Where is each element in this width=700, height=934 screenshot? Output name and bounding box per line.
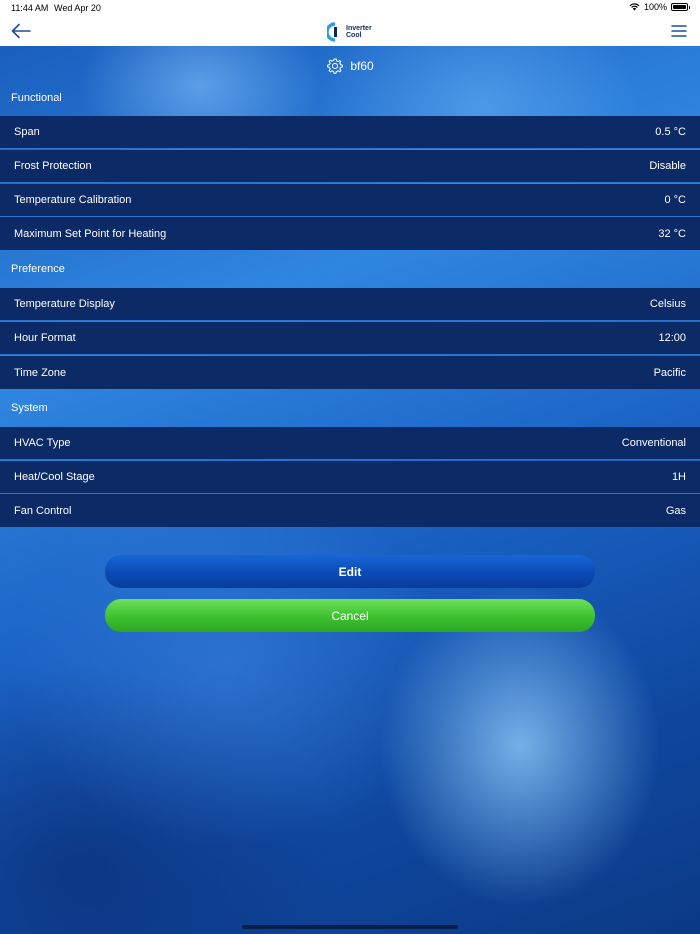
hamburger-menu-icon [671,25,687,37]
setting-value: 1H [671,471,686,483]
setting-value: 32 °C [658,227,686,240]
setting-row-time-zone[interactable]: Time Zone Pacific [0,356,700,389]
setting-label: Temperature Display [14,298,115,310]
status-indicators: 100% [629,2,690,12]
edit-button[interactable]: Edit [105,555,595,588]
cancel-button[interactable]: Cancel [105,599,595,632]
setting-row-temperature-display[interactable]: Temperature Display Celsius [0,288,700,321]
section-title: Preference [11,263,65,275]
setting-value: Pacific [653,366,686,379]
setting-label: Frost Protection [14,160,92,172]
section-header-preference: Preference [0,250,700,288]
setting-row-hvac-type[interactable]: HVAC Type Conventional [0,427,700,460]
menu-button[interactable] [670,23,688,39]
wifi-icon [629,3,640,11]
setting-value: Gas [665,504,686,517]
device-title: bf60 [0,56,700,76]
setting-row-temperature-calibration[interactable]: Temperature Calibration 0 °C [0,184,700,217]
logo-text-line1: Inverter [346,25,372,32]
setting-row-max-set-point-heating[interactable]: Maximum Set Point for Heating 32 °C [0,217,700,250]
arrow-left-icon [11,23,31,39]
device-name: bf60 [350,59,374,73]
status-date: Wed Apr 20 [54,3,101,13]
gear-icon [327,58,344,74]
status-time: 11:44 AM [11,3,49,13]
status-bar: 11:44 AM Wed Apr 20 100% [0,0,700,16]
home-indicator [242,925,458,929]
section-title: Functional [11,92,62,104]
setting-row-hour-format[interactable]: Hour Format 12:00 [0,322,700,355]
app-logo: Inverter Cool [327,21,372,43]
logo-mark-icon [327,22,337,42]
setting-label: Maximum Set Point for Heating [14,227,167,240]
setting-row-fan-control[interactable]: Fan Control Gas [0,494,700,527]
setting-label: Time Zone [14,366,67,379]
back-button[interactable] [10,22,32,40]
setting-label: Fan Control [14,504,72,517]
setting-row-span[interactable]: Span 0.5 °C [0,116,700,149]
setting-label: Span [14,126,40,138]
setting-row-frost-protection[interactable]: Frost Protection Disable [0,150,700,183]
setting-row-heat-cool-stage[interactable]: Heat/Cool Stage 1H [0,461,700,494]
setting-label: Heat/Cool Stage [14,471,95,483]
setting-value: Disable [649,160,686,172]
battery-icon [671,3,690,11]
setting-value: Celsius [649,298,686,310]
setting-value: 0 °C [664,194,686,206]
setting-value: 0.5 °C [655,126,686,138]
logo-text-line2: Cool [346,32,362,39]
section-header-system: System [0,389,700,427]
setting-value: 12:00 [658,332,686,344]
section-title: System [11,402,48,414]
section-header-functional: Functional [0,80,700,116]
setting-label: Hour Format [14,332,76,344]
battery-percent: 100% [643,2,667,12]
setting-label: Temperature Calibration [14,194,132,206]
setting-label: HVAC Type [14,437,71,449]
nav-bar: Inverter Cool [0,16,700,46]
setting-value: Conventional [621,437,686,449]
